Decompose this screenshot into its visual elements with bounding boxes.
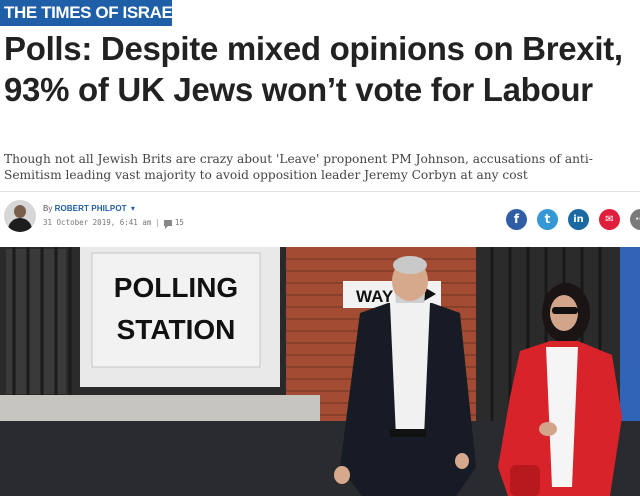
author-line: By ROBERT PHILPOT ▾ (43, 204, 135, 213)
site-logo[interactable]: THE TIMES OF ISRAEL (0, 0, 183, 26)
author-avatar[interactable] (4, 200, 36, 232)
comment-count[interactable]: 15 (175, 218, 184, 227)
email-share-icon[interactable]: ✉ (599, 209, 620, 230)
date-line: 31 October 2019, 6:41 am | 15 (43, 218, 184, 229)
author-name-link[interactable]: ROBERT PHILPOT (55, 204, 127, 213)
linkedin-share-icon[interactable]: in (568, 209, 589, 230)
article-photo-illustration: POLLING STATION WAY (0, 247, 640, 496)
comment-icon[interactable] (163, 220, 172, 229)
site-logo-text: THE TIMES OF ISRAEL (4, 3, 183, 22)
polling-sign-line2: STATION (117, 314, 236, 345)
masthead: THE TIMES OF ISRAEL (0, 0, 640, 26)
facebook-share-icon[interactable]: f (506, 209, 527, 230)
article-subhead: Though not all Jewish Brits are crazy ab… (4, 152, 593, 182)
article-headline: Polls: Despite mixed opinions on Brexit,… (4, 30, 623, 108)
separator: | (155, 218, 160, 227)
chevron-down-icon[interactable]: ▾ (131, 204, 135, 213)
more-share-icon[interactable]: ⋯ (630, 209, 640, 230)
byline-prefix: By (43, 204, 53, 213)
twitter-share-icon[interactable]: t (537, 209, 558, 230)
byline: By ROBERT PHILPOT ▾ 31 October 2019, 6:4… (0, 196, 640, 238)
publish-date: 31 October 2019, 6:41 am (43, 218, 152, 227)
article-photo: POLLING STATION WAY (0, 247, 640, 496)
polling-sign-line1: POLLING (114, 272, 238, 303)
divider (0, 191, 640, 192)
